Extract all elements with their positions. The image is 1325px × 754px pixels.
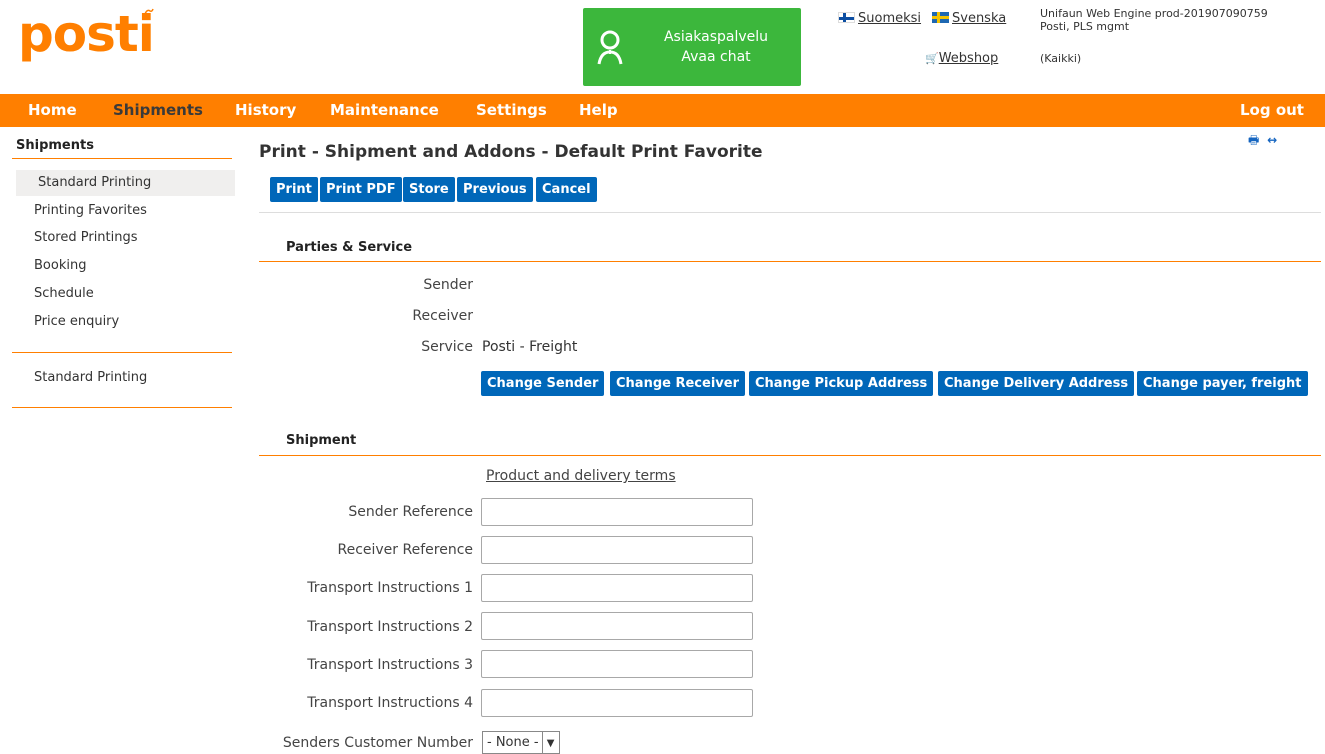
sidebar-title: Shipments: [16, 138, 94, 153]
receiver-label: Receiver: [412, 308, 473, 324]
transport-instructions-1-label: Transport Instructions 1: [307, 580, 473, 596]
service-label: Service: [421, 339, 473, 355]
nav-settings[interactable]: Settings: [476, 101, 547, 119]
language-swedish[interactable]: Svenska: [932, 11, 1006, 26]
nav-history[interactable]: History: [235, 101, 296, 119]
nav-maintenance[interactable]: Maintenance: [330, 101, 439, 119]
main-nav: Home Shipments History Maintenance Setti…: [0, 94, 1325, 127]
transport-instructions-4-label: Transport Instructions 4: [307, 695, 473, 711]
page-title: Print - Shipment and Addons - Default Pr…: [259, 142, 763, 162]
parties-section-divider: [259, 261, 1321, 262]
env-scope: (Kaikki): [1040, 52, 1082, 65]
finland-flag-icon: [838, 12, 855, 23]
service-value: Posti - Freight: [482, 339, 578, 355]
page-tools: 🖶 ↔: [1248, 131, 1277, 152]
print-pdf-button[interactable]: Print PDF: [320, 177, 402, 202]
sidebar-item-label: Printing Favorites: [34, 203, 147, 218]
receiver-reference-input[interactable]: [481, 536, 753, 564]
sidebar-item-label: Standard Printing: [34, 370, 148, 385]
sidebar-recent-standard-printing[interactable]: Standard Printing: [16, 365, 235, 391]
chat-subtitle: Avaa chat: [681, 49, 751, 65]
change-pickup-address-button[interactable]: Change Pickup Address: [749, 371, 934, 396]
sidebar-item-label: Schedule: [34, 286, 94, 301]
change-sender-button[interactable]: Change Sender: [481, 371, 605, 396]
language-swedish-link[interactable]: Svenska: [952, 11, 1006, 26]
sweden-flag-icon: [932, 12, 949, 23]
transport-instructions-3-label: Transport Instructions 3: [307, 657, 473, 673]
expand-width-icon[interactable]: ↔: [1267, 133, 1277, 147]
sender-reference-input[interactable]: [481, 498, 753, 526]
chat-title: Asiakaspalvelu: [663, 29, 769, 45]
sidebar-item-label: Standard Printing: [38, 175, 152, 190]
print-page-icon[interactable]: 🖶: [1248, 133, 1259, 147]
senders-customer-number-label: Senders Customer Number: [282, 735, 473, 751]
sidebar-divider: [12, 158, 232, 159]
cancel-button[interactable]: Cancel: [536, 177, 597, 202]
change-payer-freight-button[interactable]: Change payer, freight: [1137, 371, 1308, 396]
environment-info: Unifaun Web Engine prod-201907090759 Pos…: [1040, 7, 1268, 65]
toolbar-divider: [259, 212, 1321, 213]
nav-shipments[interactable]: Shipments: [113, 101, 203, 119]
chevron-down-icon: ▼: [546, 738, 555, 749]
logo-swirl-icon: [144, 8, 154, 15]
senders-customer-number-select[interactable]: - None - ▼: [482, 731, 560, 754]
select-value: - None -: [483, 732, 543, 753]
env-account: Posti, PLS mgmt: [1040, 20, 1130, 33]
print-button[interactable]: Print: [270, 177, 318, 202]
sidebar-item-standard-printing[interactable]: Standard Printing: [16, 170, 235, 196]
change-delivery-address-button[interactable]: Change Delivery Address: [938, 371, 1135, 396]
transport-instructions-2-input[interactable]: [481, 612, 753, 640]
sidebar-item-label: Stored Printings: [34, 230, 138, 245]
nav-logout[interactable]: Log out: [1240, 101, 1304, 119]
nav-help[interactable]: Help: [579, 101, 618, 119]
webshop-link[interactable]: 🛒Webshop: [925, 51, 998, 66]
webshop-link-text[interactable]: Webshop: [939, 51, 999, 66]
parties-section-title: Parties & Service: [286, 240, 413, 255]
previous-button[interactable]: Previous: [457, 177, 533, 202]
headset-icon: [597, 30, 623, 65]
receiver-reference-label: Receiver Reference: [337, 542, 473, 558]
transport-instructions-3-input[interactable]: [481, 650, 753, 678]
language-finnish[interactable]: Suomeksi: [838, 11, 921, 26]
posti-logo[interactable]: posti: [18, 4, 155, 64]
sidebar-item-printing-favorites[interactable]: Printing Favorites: [16, 198, 235, 224]
nav-home[interactable]: Home: [28, 101, 77, 119]
transport-instructions-4-input[interactable]: [481, 689, 753, 717]
store-button[interactable]: Store: [403, 177, 455, 202]
shipment-section-divider: [259, 455, 1321, 456]
shipment-section-title: Shipment: [286, 433, 357, 448]
sender-label: Sender: [423, 277, 473, 293]
sidebar-divider: [12, 407, 232, 408]
sidebar-item-booking[interactable]: Booking: [16, 253, 235, 279]
env-version: Unifaun Web Engine prod-201907090759: [1040, 7, 1268, 20]
transport-instructions-1-input[interactable]: [481, 574, 753, 602]
sender-reference-label: Sender Reference: [348, 504, 473, 520]
sidebar-item-stored-printings[interactable]: Stored Printings: [16, 225, 235, 251]
language-finnish-link[interactable]: Suomeksi: [858, 11, 921, 26]
sidebar-item-label: Price enquiry: [34, 314, 120, 329]
transport-instructions-2-label: Transport Instructions 2: [307, 619, 473, 635]
cart-icon: 🛒: [925, 52, 939, 65]
customer-service-chat-button[interactable]: Asiakaspalvelu Avaa chat: [583, 8, 801, 86]
sidebar-item-label: Booking: [34, 258, 87, 273]
logo-text: posti: [18, 5, 155, 63]
change-receiver-button[interactable]: Change Receiver: [610, 371, 745, 396]
product-delivery-terms-link[interactable]: Product and delivery terms: [486, 468, 676, 484]
